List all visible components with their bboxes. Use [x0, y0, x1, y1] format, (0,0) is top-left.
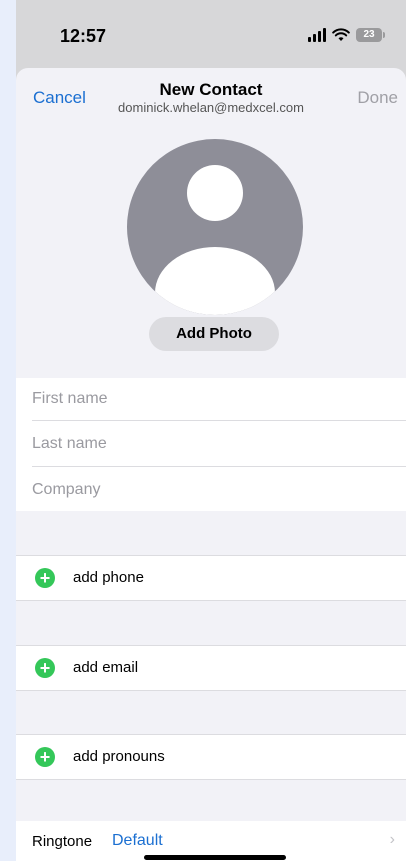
status-time: 12:57	[60, 26, 107, 46]
cellular-signal-icon	[308, 28, 326, 42]
new-contact-sheet: Cancel New Contact dominick.whelan@medxc…	[16, 68, 406, 861]
add-photo-button[interactable]: Add Photo	[149, 317, 279, 351]
add-phone-row[interactable]: + add phone	[16, 555, 406, 601]
left-edge-rule	[0, 0, 16, 861]
add-pronouns-label: add pronouns	[73, 748, 165, 765]
home-indicator	[144, 855, 286, 860]
add-phone-label: add phone	[73, 569, 144, 586]
divider	[32, 420, 406, 421]
divider	[32, 466, 406, 467]
wifi-icon	[332, 28, 350, 41]
add-circle-icon: +	[35, 658, 55, 678]
first-name-field[interactable]: First name	[32, 390, 108, 408]
ringtone-value: Default	[112, 832, 163, 849]
battery-icon: 23	[356, 28, 385, 42]
add-email-row[interactable]: + add email	[16, 645, 406, 691]
add-circle-icon: +	[35, 568, 55, 588]
add-pronouns-row[interactable]: + add pronouns	[16, 734, 406, 780]
status-icons: 23	[308, 26, 385, 44]
company-field[interactable]: Company	[32, 481, 100, 499]
avatar-body	[155, 247, 275, 315]
avatar-placeholder-icon[interactable]	[127, 139, 303, 315]
add-email-label: add email	[73, 659, 139, 676]
chevron-right-icon: ›	[389, 831, 395, 848]
page-title: New Contact	[159, 80, 263, 99]
add-circle-icon: +	[35, 747, 55, 767]
status-bar: 12:57 23	[0, 0, 406, 62]
ringtone-label: Ringtone	[32, 833, 93, 850]
avatar-head	[187, 165, 243, 221]
last-name-field[interactable]: Last name	[32, 435, 107, 453]
account-subtitle: dominick.whelan@medxcel.com	[118, 100, 304, 115]
name-fields-group: First name Last name Company	[16, 378, 406, 511]
nav-bar: Cancel New Contact dominick.whelan@medxc…	[16, 68, 406, 126]
done-button[interactable]: Done	[357, 88, 398, 108]
